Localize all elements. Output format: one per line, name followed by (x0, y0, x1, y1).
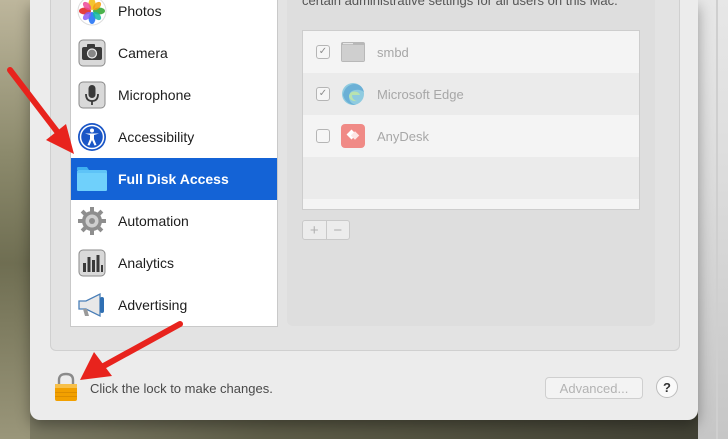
app-checkbox[interactable] (316, 129, 330, 143)
pane-description: certain administrative settings for all … (302, 0, 618, 8)
sidebar-item-label: Microphone (118, 87, 192, 103)
sidebar-item-label: Advertising (118, 297, 188, 313)
sidebar-item-analytics[interactable]: Analytics (71, 242, 277, 284)
app-checkbox[interactable]: ✓ (316, 87, 330, 101)
app-name: smbd (377, 44, 409, 60)
terminal-icon (341, 42, 365, 62)
remove-app-button[interactable]: − (325, 221, 350, 239)
sidebar-item-label: Accessibility (118, 129, 195, 145)
app-row-microsoft-edge[interactable]: ✓ Microsoft Edge (303, 73, 639, 115)
background-window-edge (716, 0, 718, 439)
sidebar-item-automation[interactable]: Automation (71, 200, 277, 242)
privacy-panel: Photos Camera Microphone Accessibility F… (50, 0, 680, 351)
annotation-arrow-full-disk (7, 67, 74, 154)
app-row-anydesk[interactable]: AnyDesk (303, 115, 639, 157)
gear-icon (76, 205, 108, 237)
annotation-arrow-lock (80, 321, 183, 380)
folder-icon (76, 163, 108, 195)
app-name: AnyDesk (377, 128, 430, 144)
sidebar-item-label: Camera (118, 45, 168, 61)
sidebar-item-label: Full Disk Access (118, 171, 229, 187)
accessibility-icon (76, 121, 108, 153)
sidebar-item-label: Automation (118, 213, 189, 229)
app-permissions-pane: certain administrative settings for all … (287, 0, 655, 326)
sidebar-item-full-disk-access[interactable]: Full Disk Access (71, 158, 277, 200)
edge-icon (342, 83, 364, 105)
app-row-empty (303, 157, 639, 199)
app-row-smbd[interactable]: ✓ smbd (303, 31, 639, 73)
desktop-background-right (698, 0, 728, 439)
add-app-button[interactable]: + (303, 221, 326, 239)
photos-icon (76, 0, 108, 27)
microphone-icon (76, 79, 108, 111)
sidebar-item-accessibility[interactable]: Accessibility (71, 116, 277, 158)
app-list[interactable]: ✓ smbd ✓ Microsoft Edge AnyDesk (302, 30, 640, 210)
add-remove-control: + − (302, 220, 350, 240)
anydesk-icon (341, 124, 365, 148)
help-button[interactable]: ? (656, 376, 678, 398)
sidebar-item-label: Photos (118, 3, 162, 19)
privacy-category-list[interactable]: Photos Camera Microphone Accessibility F… (70, 0, 278, 327)
sidebar-item-photos[interactable]: Photos (71, 0, 277, 32)
sidebar-item-label: Analytics (118, 255, 175, 271)
sidebar-item-microphone[interactable]: Microphone (71, 74, 277, 116)
analytics-icon (76, 247, 108, 279)
app-checkbox[interactable]: ✓ (316, 45, 330, 59)
advanced-button[interactable]: Advanced... (545, 377, 643, 399)
camera-icon (76, 37, 108, 69)
app-name: Microsoft Edge (377, 86, 464, 102)
sidebar-item-camera[interactable]: Camera (71, 32, 277, 74)
